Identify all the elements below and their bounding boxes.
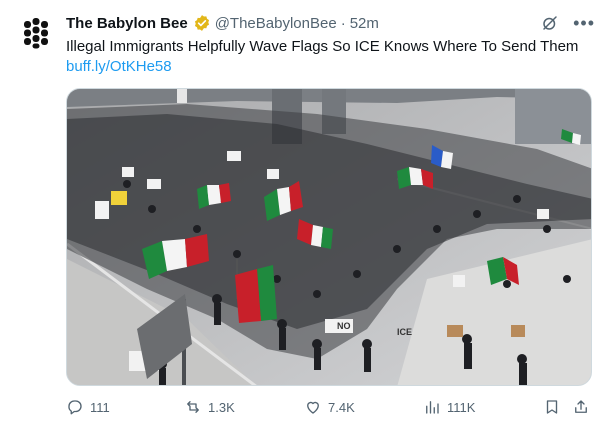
tweet-action-bar: 111 1.3K 7.4K 111K bbox=[66, 398, 592, 422]
tweet-media-image[interactable]: ICE NO bbox=[66, 88, 592, 386]
more-icon[interactable]: ••• bbox=[573, 14, 595, 32]
reply-button[interactable]: 111 bbox=[66, 398, 110, 416]
reply-icon bbox=[68, 400, 82, 415]
header-actions: ••• bbox=[541, 14, 595, 32]
like-icon bbox=[307, 401, 319, 414]
repost-icon bbox=[187, 401, 199, 413]
protest-crowd-photo: ICE NO bbox=[67, 89, 591, 385]
sign-text-ice: ICE bbox=[397, 327, 412, 337]
author-name[interactable]: The Babylon Bee bbox=[66, 15, 188, 32]
bee-logo-icon bbox=[16, 12, 56, 52]
flag-2 bbox=[235, 265, 277, 323]
views-button[interactable]: 111K bbox=[423, 398, 475, 416]
verified-badge-icon[interactable] bbox=[193, 14, 211, 32]
like-button[interactable]: 7.4K bbox=[304, 398, 355, 416]
avatar[interactable] bbox=[16, 12, 56, 52]
repost-count: 1.3K bbox=[208, 399, 235, 415]
share-button[interactable] bbox=[572, 398, 590, 416]
grok-icon[interactable] bbox=[541, 14, 559, 32]
views-count: 111K bbox=[447, 399, 476, 415]
like-count: 7.4K bbox=[328, 399, 355, 415]
tweet-text: Illegal Immigrants Helpfully Wave Flags … bbox=[66, 38, 579, 55]
separator-dot: · bbox=[340, 14, 346, 32]
sign-text-no: NO bbox=[337, 321, 351, 331]
share-icon bbox=[575, 400, 587, 413]
repost-button[interactable]: 1.3K bbox=[184, 398, 235, 416]
bookmark-icon bbox=[546, 400, 558, 414]
reply-count: 111 bbox=[90, 399, 110, 415]
views-icon bbox=[426, 401, 439, 414]
tweet-header: The Babylon Bee @TheBabylonBee · 52m ••• bbox=[66, 12, 595, 34]
author-handle[interactable]: @TheBabylonBee bbox=[215, 15, 337, 32]
bookmark-button[interactable] bbox=[543, 398, 561, 416]
tweet-link[interactable]: buff.ly/OtKHe58 bbox=[66, 57, 172, 77]
tweet-timestamp[interactable]: 52m bbox=[350, 15, 379, 32]
